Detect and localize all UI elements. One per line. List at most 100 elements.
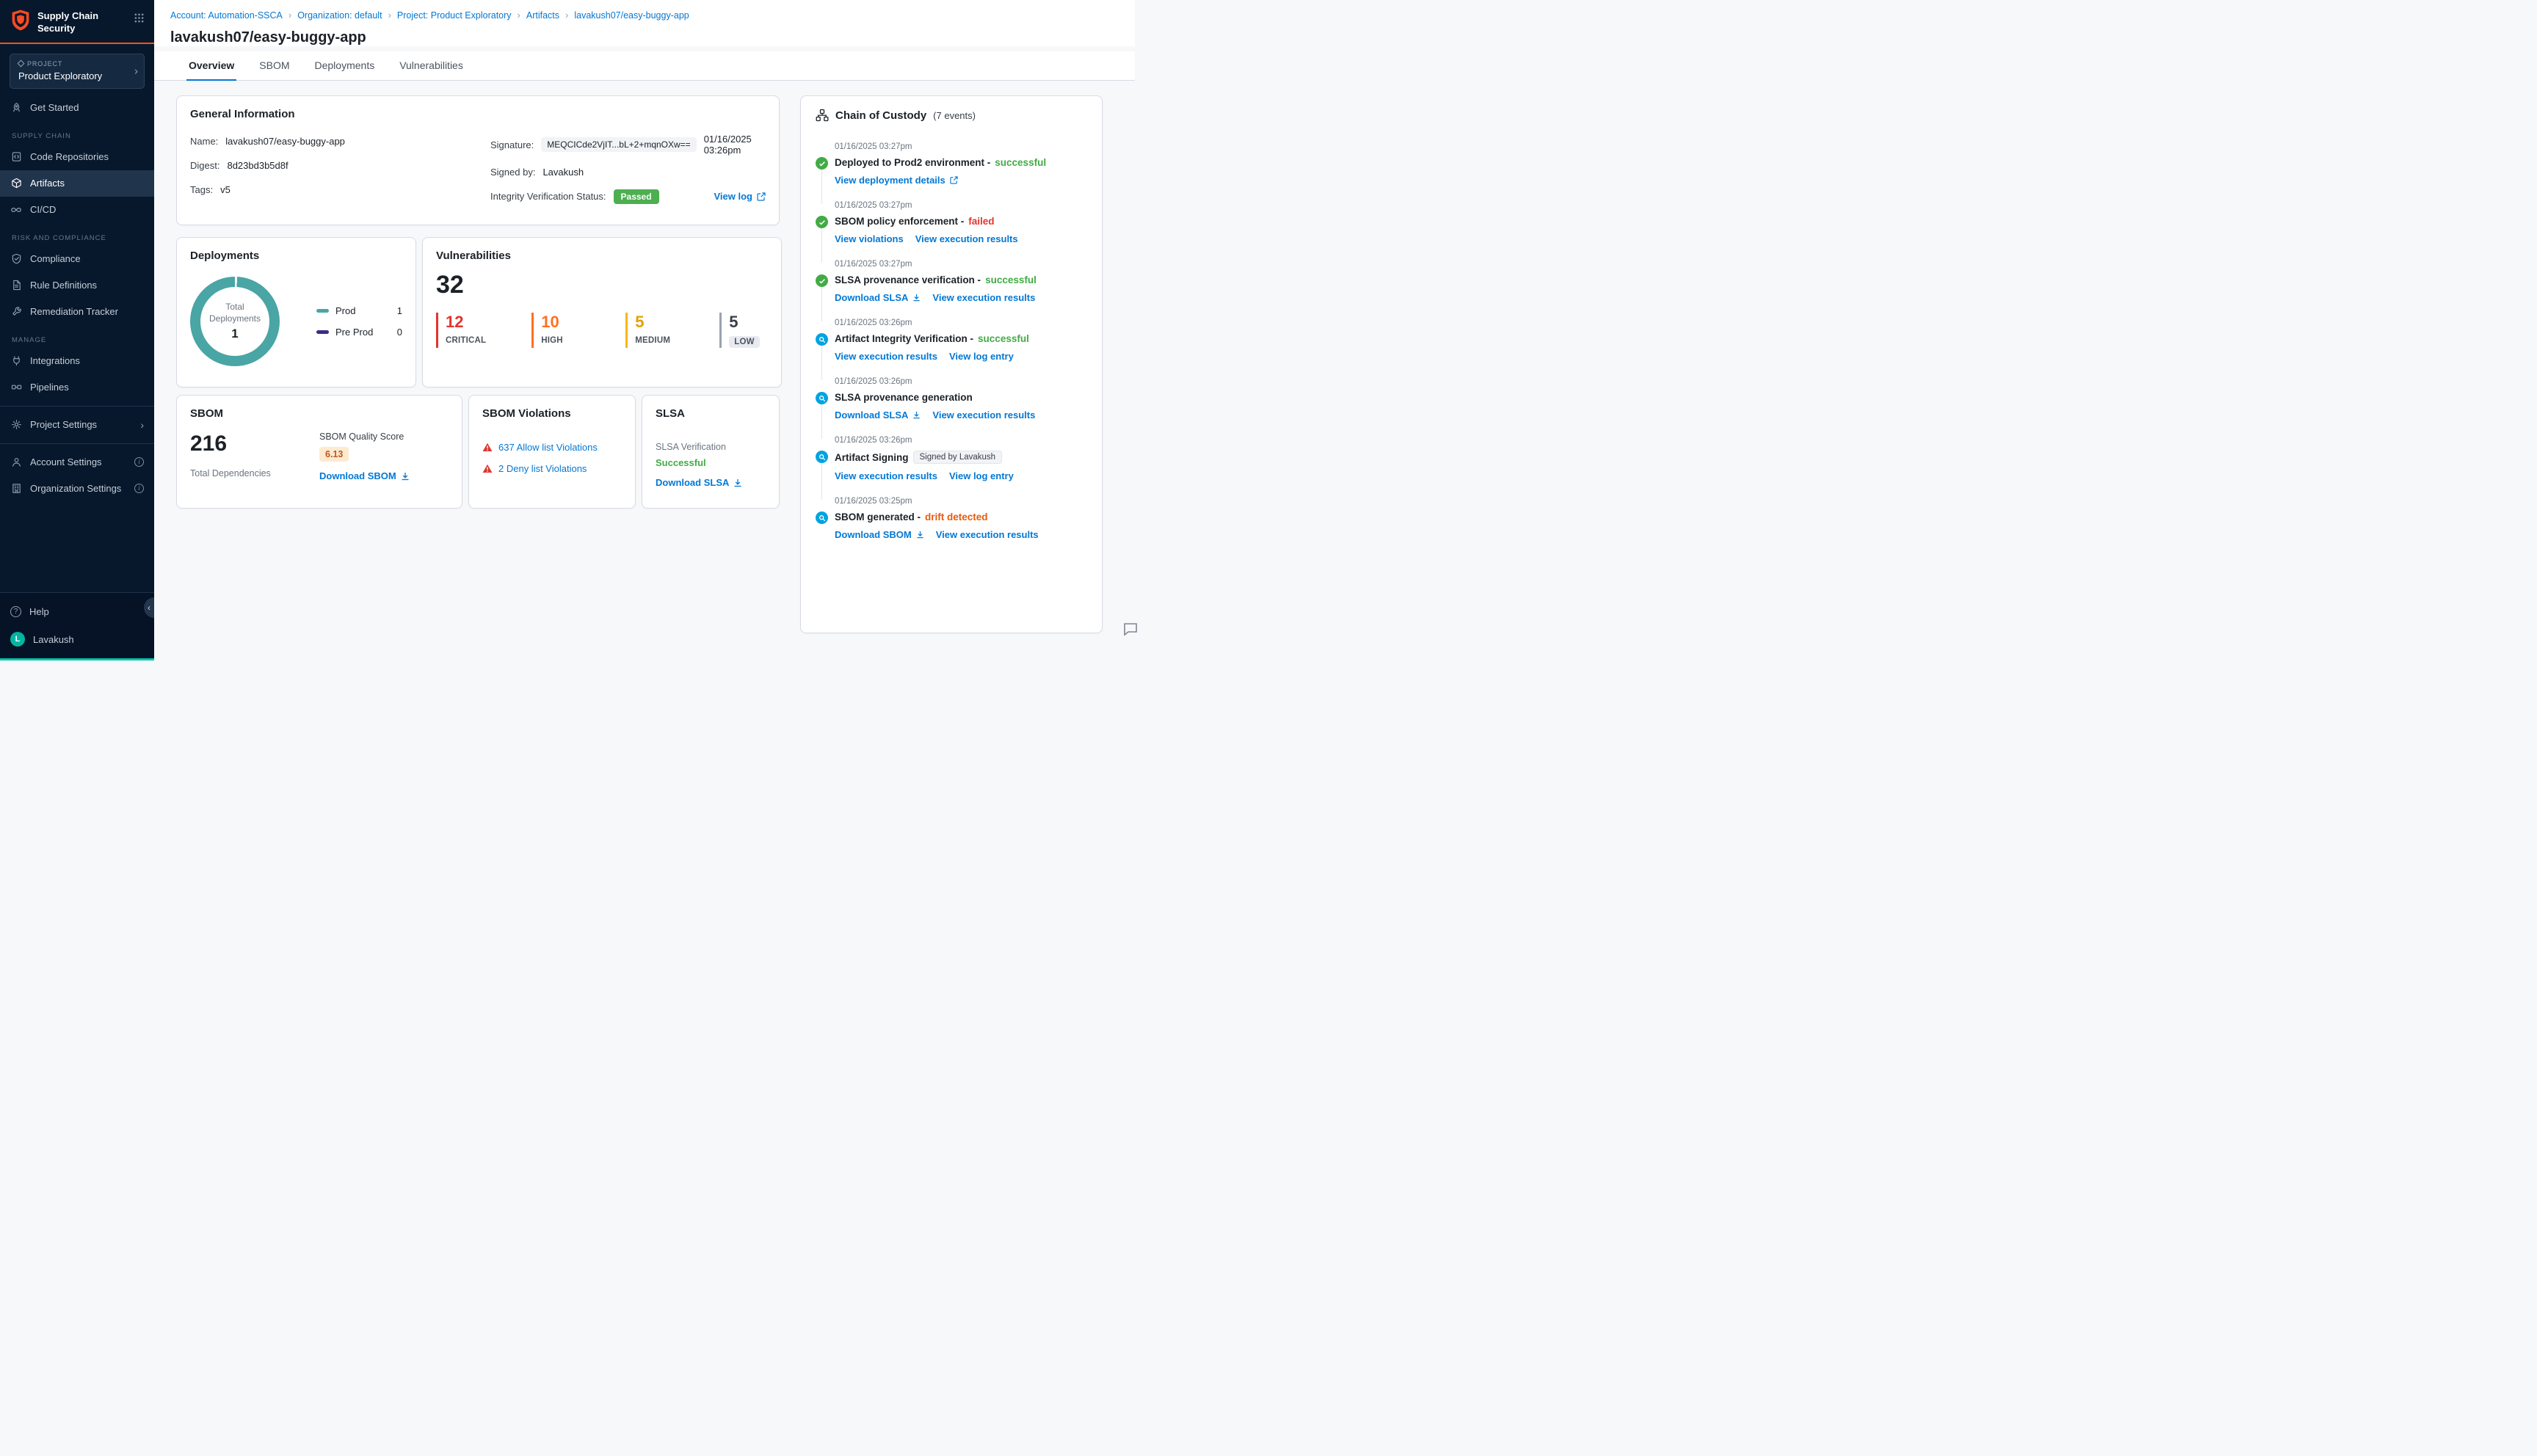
nav-section-supply-chain: SUPPLY CHAIN (12, 131, 71, 140)
event-title: Artifact Signing (835, 451, 909, 463)
view-violations-link[interactable]: View violations (835, 233, 904, 244)
event-timestamp: 01/16/2025 03:27pm (835, 201, 912, 210)
view-execution-results-link[interactable]: View execution results (835, 351, 937, 362)
slsa-card: SLSA SLSA Verification Successful Downlo… (642, 395, 780, 509)
event-status: successful (978, 333, 1029, 344)
nav-divider (0, 405, 154, 407)
tab-vulnerabilities[interactable]: Vulnerabilities (387, 51, 476, 80)
project-selector[interactable]: PROJECT Product Exploratory › (10, 53, 145, 89)
sbom-violations-title: SBOM Violations (482, 407, 571, 420)
sidebar-item-pipelines[interactable]: Pipelines (0, 374, 154, 401)
integrity-row: Integrity Verification Status: Passed Vi… (490, 189, 766, 204)
sidebar-item-help[interactable]: ? Help (0, 599, 154, 625)
page-header: Account: Automation-SSCA › Organization:… (154, 0, 1135, 46)
sidebar-item-project-settings[interactable]: Project Settings › (0, 412, 154, 438)
sidebar-item-artifacts[interactable]: Artifacts (0, 170, 154, 197)
sidebar-item-account-settings[interactable]: Account Settings i (0, 449, 154, 476)
download-slsa-link[interactable]: Download SLSA (656, 477, 742, 488)
sidebar-bottom: ? Help L Lavakush (0, 592, 154, 658)
download-slsa-link[interactable]: Download SLSA (835, 292, 921, 303)
tags-row: Tags: v5 (190, 184, 231, 195)
view-log-link[interactable]: View log (714, 191, 766, 202)
view-deployment-details-link[interactable]: View deployment details (835, 175, 958, 186)
signature-value: MEQCICde2VjIT...bL+2+mqnOXw== (541, 137, 697, 152)
event-timestamp: 01/16/2025 03:27pm (835, 260, 912, 269)
account-icon (10, 456, 22, 468)
event-timestamp: 01/16/2025 03:26pm (835, 377, 912, 386)
sidebar-nav: Get Started SUPPLY CHAIN Code Repositori… (0, 92, 154, 592)
event-title: SBOM policy enforcement - (835, 216, 965, 227)
digest-value: 8d23bd3b5d8f (227, 160, 288, 171)
info-icon[interactable]: i (134, 484, 144, 494)
tab-sbom[interactable]: SBOM (247, 51, 302, 80)
app-switcher-grid-icon[interactable] (134, 13, 144, 23)
signature-date: 01/16/2025 03:26pm (703, 134, 752, 156)
download-sbom-link[interactable]: Download SBOM (835, 529, 924, 540)
sbom-card: SBOM 216 Total Dependencies SBOM Quality… (176, 395, 462, 509)
info-icon[interactable]: i (134, 457, 144, 467)
sidebar-item-code-repositories[interactable]: Code Repositories (0, 144, 154, 170)
nav-section-manage: MANAGE (12, 335, 47, 344)
breadcrumb-account[interactable]: Account: Automation-SSCA (170, 10, 283, 21)
nav-divider (0, 443, 154, 444)
breadcrumb-separator-icon: › (388, 10, 391, 21)
severity-medium: 5 MEDIUM (625, 313, 674, 348)
deployments-legend: Prod 1 Pre Prod 0 (316, 295, 402, 348)
breadcrumb-organization[interactable]: Organization: default (297, 10, 382, 21)
custody-event-slsa-verification: 01/16/2025 03:27pm SLSA provenance verif… (816, 260, 1087, 321)
prod-legend-swatch (316, 309, 329, 313)
breadcrumb-current[interactable]: lavakush07/easy-buggy-app (574, 10, 689, 21)
view-execution-results-link[interactable]: View execution results (835, 470, 937, 481)
custody-event-slsa-generation: 01/16/2025 03:26pm SLSA provenance gener… (816, 377, 1087, 439)
breadcrumb-artifacts[interactable]: Artifacts (526, 10, 559, 21)
sidebar-user[interactable]: L Lavakush (0, 625, 154, 654)
name-row: Name: lavakush07/easy-buggy-app (190, 136, 345, 147)
tab-bar: Overview SBOM Deployments Vulnerabilitie… (154, 51, 1135, 81)
project-label: PROJECT (27, 59, 63, 68)
event-status: drift detected (925, 512, 988, 523)
chain-of-custody-title: Chain of Custody (835, 109, 927, 122)
deny-list-violations-link[interactable]: 2 Deny list Violations (498, 463, 587, 474)
sbom-title: SBOM (190, 407, 223, 420)
deployments-card: Deployments Total Deployments 1 Prod 1 P… (176, 237, 416, 387)
tab-overview[interactable]: Overview (176, 51, 247, 81)
download-icon (913, 294, 921, 302)
sidebar-item-cicd[interactable]: CI/CD (0, 197, 154, 223)
legend-pre-prod: Pre Prod 0 (316, 327, 402, 338)
view-log-entry-link[interactable]: View log entry (949, 351, 1014, 362)
view-execution-results-link[interactable]: View execution results (915, 233, 1018, 244)
tags-value: v5 (220, 184, 231, 195)
view-execution-results-link[interactable]: View execution results (932, 292, 1035, 303)
sidebar-item-rule-definitions[interactable]: Rule Definitions (0, 272, 154, 299)
digest-row: Digest: 8d23bd3b5d8f (190, 160, 288, 171)
infinity-icon (10, 204, 22, 216)
download-sbom-link[interactable]: Download SBOM (319, 470, 410, 481)
app-logo-shield-icon (12, 10, 29, 31)
custody-events-timeline: 01/16/2025 03:27pm Deployed to Prod2 env… (816, 142, 1087, 556)
download-slsa-link[interactable]: Download SLSA (835, 410, 921, 421)
view-execution-results-link[interactable]: View execution results (936, 529, 1039, 540)
user-name: Lavakush (33, 633, 74, 645)
view-log-entry-link[interactable]: View log entry (949, 470, 1014, 481)
resource-center-chat-icon[interactable] (1122, 620, 1139, 641)
sidebar-item-organization-settings[interactable]: Organization Settings i (0, 476, 154, 502)
custody-event-sbom-generated: 01/16/2025 03:25pm SBOM generated - drif… (816, 497, 1087, 556)
deployments-title: Deployments (190, 250, 260, 262)
chevron-left-icon: ‹ (148, 603, 150, 613)
tab-deployments[interactable]: Deployments (302, 51, 388, 80)
slsa-title: SLSA (656, 407, 686, 420)
severity-high: 10 HIGH (531, 313, 580, 348)
sidebar-item-integrations[interactable]: Integrations (0, 348, 154, 374)
breadcrumb-project[interactable]: Project: Product Exploratory (397, 10, 512, 21)
event-title: SLSA provenance generation (835, 392, 973, 403)
wrench-icon (10, 306, 22, 318)
view-execution-results-link[interactable]: View execution results (932, 410, 1035, 421)
allow-list-violations-link[interactable]: 637 Allow list Violations (498, 442, 598, 453)
sidebar-item-remediation-tracker[interactable]: Remediation Tracker (0, 299, 154, 325)
help-icon: ? (10, 606, 21, 617)
download-icon (917, 531, 923, 539)
sidebar-item-get-started[interactable]: Get Started (0, 95, 154, 121)
sidebar-bottom-accent (0, 658, 154, 660)
general-information-card: General Information Name: lavakush07/eas… (176, 95, 780, 225)
sidebar-item-compliance[interactable]: Compliance (0, 246, 154, 272)
